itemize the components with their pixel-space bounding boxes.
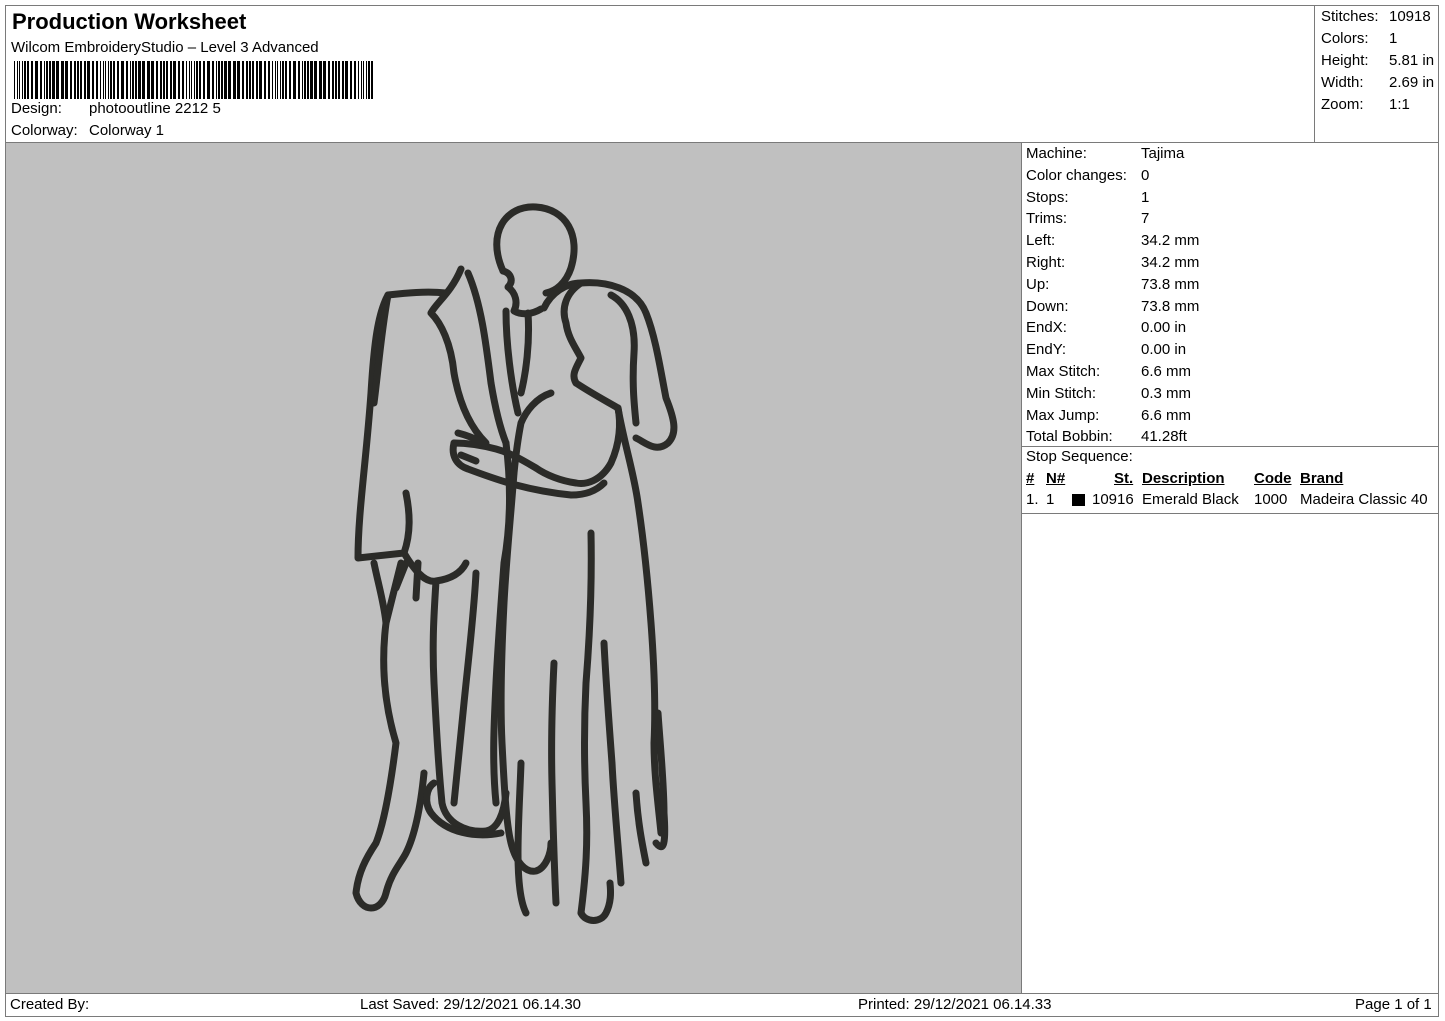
last-saved: Last Saved: 29/12/2021 06.14.30 [360, 996, 582, 1013]
summary-label: Colors: [1321, 30, 1369, 47]
row-number: 1. [1026, 491, 1039, 508]
detail-value: 6.6 mm [1141, 363, 1192, 380]
colorway-value: Colorway 1 [89, 122, 165, 139]
machine-details-panel: Machine: Tajima Color changes: 0 Stops: 1 Trim… [1021, 142, 1439, 994]
col-header-brand: Brand [1300, 470, 1344, 487]
stop-sequence-title: Stop Sequence: [1026, 448, 1133, 465]
worksheet-footer: Created By: Last Saved: 29/12/2021 06.14… [5, 993, 1439, 1017]
detail-row: Color changes: 0 [1026, 165, 1149, 186]
detail-row: Max Stitch: 6.6 mm [1026, 361, 1191, 382]
detail-label: Right: [1026, 254, 1066, 271]
detail-label: EndX: [1026, 319, 1067, 337]
detail-row: Machine: Tajima [1026, 143, 1184, 164]
col-header-number: # [1026, 470, 1035, 487]
colorway-row: Colorway: Colorway 1 [11, 122, 164, 139]
barcode [14, 61, 373, 99]
summary-row: Width: 2.69 in [1321, 74, 1434, 91]
row-brand: Madeira Classic 40 [1300, 491, 1428, 508]
detail-label: Stops: [1026, 188, 1069, 206]
divider [1022, 446, 1438, 447]
detail-row: Up: 73.8 mm [1026, 274, 1199, 295]
divider [1022, 513, 1438, 514]
detail-label: Color changes: [1026, 166, 1127, 184]
summary-value: 1:1 [1389, 96, 1410, 113]
embroidery-outline-couple-image [352, 203, 678, 924]
col-header-description: Description [1142, 470, 1225, 487]
printed-date: Printed: 29/12/2021 06.14.33 [858, 996, 1052, 1013]
summary-value: 10918 [1389, 8, 1431, 25]
detail-value: 73.8 mm [1141, 275, 1200, 293]
detail-label: EndY: [1026, 341, 1067, 359]
detail-value: Tajima [1141, 145, 1185, 162]
created-by: Created By: [10, 996, 90, 1013]
row-needle: 1 [1046, 491, 1055, 508]
summary-label: Zoom: [1321, 96, 1364, 113]
summary-row: Colors: 1 [1321, 30, 1397, 47]
detail-value: 0.00 in [1141, 341, 1187, 359]
summary-value: 2.69 in [1389, 74, 1435, 91]
row-stitches: 10916 [1092, 491, 1134, 508]
stop-sequence-row: 1. 1 10916 Emerald Black 1000 Madeira Cl… [1022, 491, 1438, 513]
detail-label: Down: [1026, 297, 1069, 315]
summary-value: 5.81 in [1389, 52, 1435, 69]
detail-value: 0.00 in [1141, 319, 1187, 337]
col-header-stitches: St. [1114, 470, 1134, 487]
summary-label: Width: [1321, 74, 1364, 91]
thread-color-swatch [1072, 494, 1085, 506]
colorway-label: Colorway: [11, 122, 78, 139]
stop-sequence-header: # N# St. Description Code Brand [1022, 470, 1438, 492]
design-preview [5, 142, 1022, 994]
col-header-needle: N# [1046, 470, 1066, 487]
detail-value: 0.3 mm [1141, 384, 1192, 402]
detail-row: Left: 34.2 mm [1026, 230, 1199, 251]
design-value: photooutline 2212 5 [89, 100, 221, 117]
detail-label: Total Bobbin: [1026, 428, 1113, 446]
detail-value: 34.2 mm [1141, 232, 1200, 250]
worksheet-title: Production Worksheet [12, 9, 247, 34]
detail-row: Stops: 1 [1026, 187, 1149, 208]
detail-label: Left: [1026, 232, 1056, 250]
detail-value: 41.28ft [1141, 428, 1187, 446]
summary-panel: Stitches: 10918 Colors: 1 Height: 5.81 in W… [1314, 5, 1439, 143]
detail-label: Up: [1026, 275, 1050, 293]
design-row: Design: photooutline 2212 5 [11, 100, 221, 117]
detail-value: 1 [1141, 188, 1150, 206]
detail-label: Trims: [1026, 210, 1068, 228]
row-description: Emerald Black [1142, 491, 1239, 508]
summary-row: Stitches: 10918 [1321, 8, 1431, 25]
detail-row: Min Stitch: 0.3 mm [1026, 383, 1191, 404]
detail-value: 7 [1141, 210, 1150, 228]
summary-row: Zoom: 1:1 [1321, 96, 1410, 113]
detail-label: Max Stitch: [1026, 363, 1101, 380]
detail-row: EndX: 0.00 in [1026, 317, 1186, 338]
detail-value: 73.8 mm [1141, 297, 1200, 315]
summary-row: Height: 5.81 in [1321, 52, 1434, 69]
detail-row: Right: 34.2 mm [1026, 252, 1199, 273]
design-label: Design: [11, 100, 62, 117]
detail-label: Max Jump: [1026, 406, 1100, 424]
detail-row: EndY: 0.00 in [1026, 339, 1186, 360]
detail-value: 34.2 mm [1141, 254, 1200, 271]
summary-label: Stitches: [1321, 8, 1379, 25]
detail-row: Trims: 7 [1026, 208, 1149, 229]
page-number: Page 1 of 1 [1355, 996, 1432, 1013]
worksheet-header: Production Worksheet Wilcom EmbroiderySt… [5, 5, 1315, 143]
detail-row: Total Bobbin: 41.28ft [1026, 426, 1187, 447]
row-code: 1000 [1254, 491, 1288, 508]
col-header-code: Code [1254, 470, 1292, 487]
detail-value: 6.6 mm [1141, 406, 1192, 424]
detail-row: Down: 73.8 mm [1026, 296, 1199, 317]
detail-label: Machine: [1026, 145, 1087, 162]
detail-row: Max Jump: 6.6 mm [1026, 405, 1191, 426]
summary-value: 1 [1389, 30, 1398, 47]
detail-value: 0 [1141, 166, 1150, 184]
software-name: Wilcom EmbroideryStudio – Level 3 Advanc… [11, 39, 319, 56]
detail-label: Min Stitch: [1026, 384, 1097, 402]
summary-label: Height: [1321, 52, 1369, 69]
